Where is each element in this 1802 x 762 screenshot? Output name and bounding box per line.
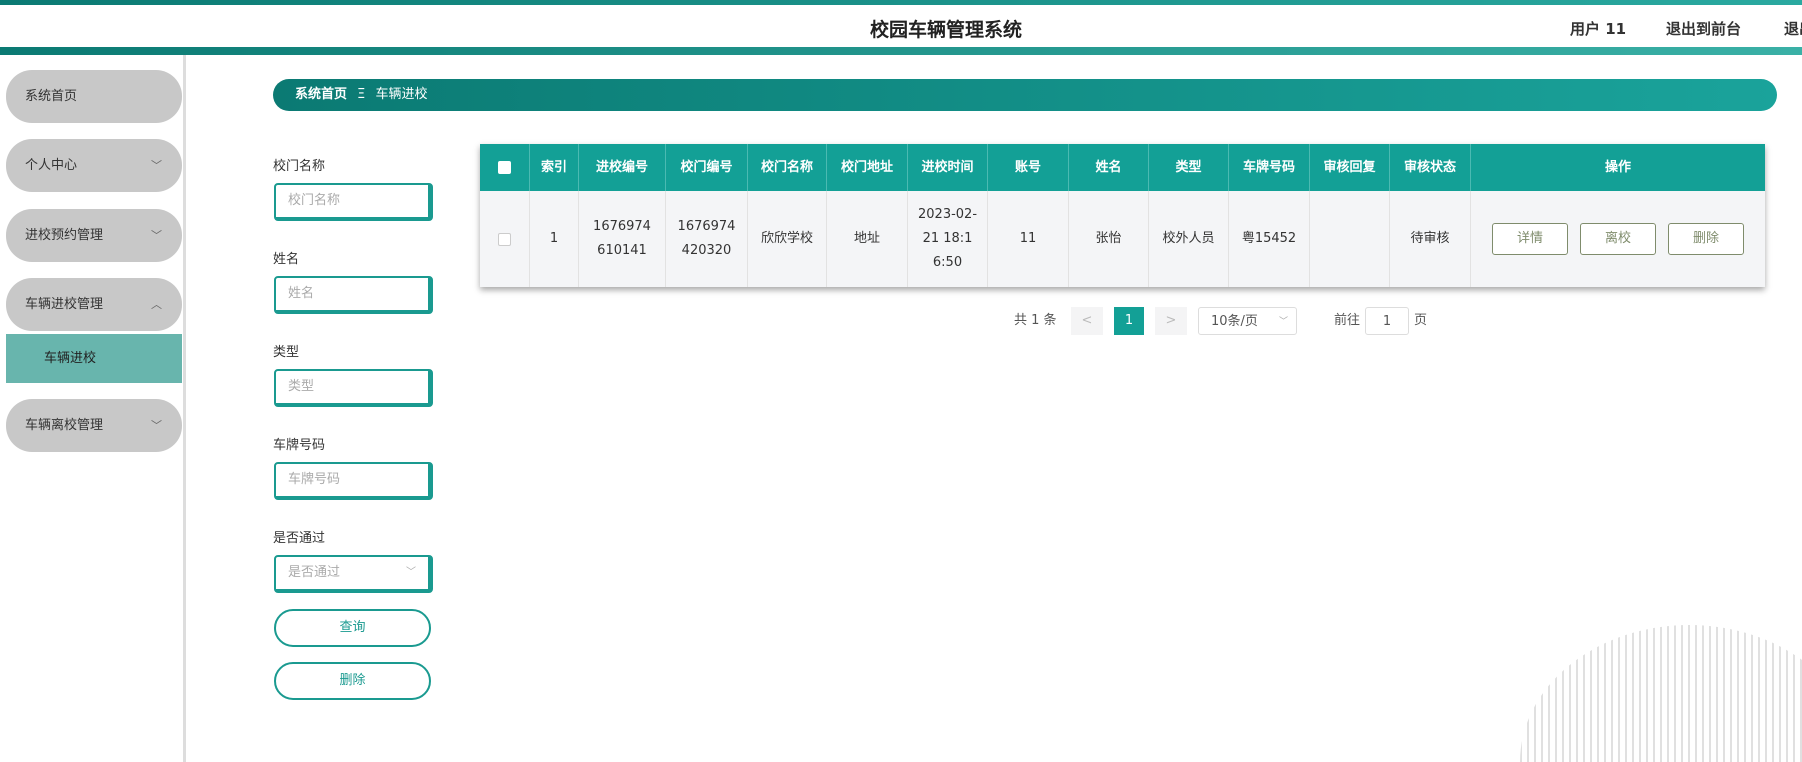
sidebar-item-home[interactable]: 系统首页	[6, 70, 182, 123]
sidebar-subitem-vehicle-entry[interactable]: 车辆进校	[6, 334, 182, 383]
prev-page-button[interactable]: <	[1071, 307, 1103, 335]
sidebar-item-label: 个人中心	[25, 158, 78, 173]
page-size-value: 10条/页	[1211, 314, 1258, 329]
chevron-down-icon: ﹀	[151, 229, 162, 242]
goto-page-input[interactable]: 1	[1365, 307, 1409, 335]
breadcrumb-home[interactable]: 系统首页	[295, 87, 347, 102]
sidebar-item-vehicle-exit[interactable]: 车辆离校管理 ﹀	[6, 399, 182, 452]
breadcrumb-current: 车辆进校	[375, 87, 428, 102]
cell-gate-address: 地址	[827, 191, 908, 287]
sidebar: 系统首页 个人中心 ﹀ 进校预约管理 ﹀ 车辆进校管理 ︿ 车辆进校 车辆离校管理 ﹀	[0, 55, 186, 762]
breadcrumb-separator: Ξ	[357, 87, 366, 102]
cell-name: 张怡	[1069, 191, 1149, 287]
gate-name-label: 校门名称	[273, 159, 326, 174]
sidebar-item-label: 系统首页	[25, 89, 78, 104]
next-page-button[interactable]: >	[1155, 307, 1187, 335]
col-header: 审核状态	[1390, 144, 1471, 191]
col-header: 校门编号	[666, 144, 748, 191]
sidebar-item-appointment[interactable]: 进校预约管理 ﹀	[6, 209, 182, 262]
cell-account: 11	[988, 191, 1069, 287]
table-header: 索引 进校编号 校门编号 校门名称 校门地址 进校时间 账号 姓名 类型 车牌号…	[480, 144, 1765, 191]
passed-select[interactable]: 是否通过 ﹀	[274, 555, 433, 593]
col-header: 进校时间	[908, 144, 988, 191]
pagination-total: 共 1 条	[1014, 313, 1057, 328]
plate-input[interactable]: 车牌号码	[274, 462, 433, 500]
chevron-down-icon: ﹀	[151, 419, 162, 432]
cell-gate-no: 1676974420320	[666, 191, 748, 287]
gate-name-input[interactable]: 校门名称	[274, 183, 433, 221]
exit-front-link[interactable]: 退出到前台	[1666, 18, 1741, 39]
goto-label: 前往	[1334, 313, 1361, 328]
chevron-down-icon: ﹀	[1278, 317, 1288, 327]
leave-button[interactable]: 离校	[1580, 223, 1656, 255]
delete-button[interactable]: 删除	[274, 662, 431, 700]
col-header: 车牌号码	[1229, 144, 1310, 191]
user-label[interactable]: 用户 11	[1570, 18, 1626, 39]
sidebar-item-label: 车辆离校管理	[25, 418, 104, 433]
name-label: 姓名	[273, 252, 300, 267]
cell-actions: 详情 离校 删除	[1471, 191, 1765, 287]
select-all-checkbox[interactable]	[480, 144, 530, 191]
data-table: 索引 进校编号 校门编号 校门名称 校门地址 进校时间 账号 姓名 类型 车牌号…	[480, 144, 1765, 287]
name-input[interactable]: 姓名	[274, 276, 433, 314]
row-delete-button[interactable]: 删除	[1668, 223, 1744, 255]
plate-label: 车牌号码	[273, 438, 326, 453]
type-label: 类型	[273, 345, 300, 360]
cell-review-reply	[1310, 191, 1390, 287]
passed-label: 是否通过	[273, 531, 326, 546]
detail-button[interactable]: 详情	[1492, 223, 1568, 255]
logout-link[interactable]: 退出登录	[1784, 18, 1802, 39]
col-header: 校门地址	[827, 144, 908, 191]
cell-plate: 粤15452	[1229, 191, 1310, 287]
cell-type: 校外人员	[1149, 191, 1229, 287]
cell-gate-name: 欣欣学校	[748, 191, 827, 287]
chevron-down-icon: ﹀	[406, 567, 416, 578]
col-header: 进校编号	[579, 144, 666, 191]
cell-entry-time: 2023-02-21 18:16:50	[908, 191, 988, 287]
chevron-down-icon: ﹀	[151, 159, 162, 172]
col-header: 类型	[1149, 144, 1229, 191]
col-header: 操作	[1604, 159, 1631, 175]
table-row: 1 1676974610141 1676974420320 欣欣学校 地址 20…	[480, 191, 1765, 287]
col-header: 姓名	[1069, 144, 1149, 191]
query-button[interactable]: 查询	[274, 609, 431, 647]
cell-review-status: 待审核	[1390, 191, 1471, 287]
page-unit-label: 页	[1414, 313, 1428, 328]
page-1-button[interactable]: 1	[1114, 307, 1144, 335]
col-header: 账号	[988, 144, 1069, 191]
page-size-select[interactable]: 10条/页 ﹀	[1198, 307, 1297, 335]
header-band	[0, 47, 1802, 55]
cell-entry-no: 1676974610141	[579, 191, 666, 287]
type-input[interactable]: 类型	[274, 369, 433, 407]
row-checkbox[interactable]	[480, 191, 530, 287]
col-header: 索引	[530, 144, 579, 191]
header: 校园车辆管理系统 用户 11 退出到前台 退出登录	[0, 5, 1802, 47]
sidebar-item-label: 进校预约管理	[25, 228, 104, 243]
cell-index: 1	[530, 191, 579, 287]
passed-select-value: 是否通过	[288, 565, 341, 580]
sidebar-item-vehicle-entry[interactable]: 车辆进校管理 ︿	[6, 278, 182, 331]
app-title: 校园车辆管理系统	[869, 19, 1022, 41]
chevron-up-icon: ︿	[151, 298, 162, 311]
sidebar-item-personal[interactable]: 个人中心 ﹀	[6, 139, 182, 192]
breadcrumb: 系统首页 Ξ 车辆进校	[273, 79, 1777, 111]
col-header: 审核回复	[1310, 144, 1390, 191]
sidebar-item-label: 车辆进校管理	[25, 297, 104, 312]
decorative-stripes	[1520, 625, 1802, 762]
col-header: 校门名称	[748, 144, 827, 191]
